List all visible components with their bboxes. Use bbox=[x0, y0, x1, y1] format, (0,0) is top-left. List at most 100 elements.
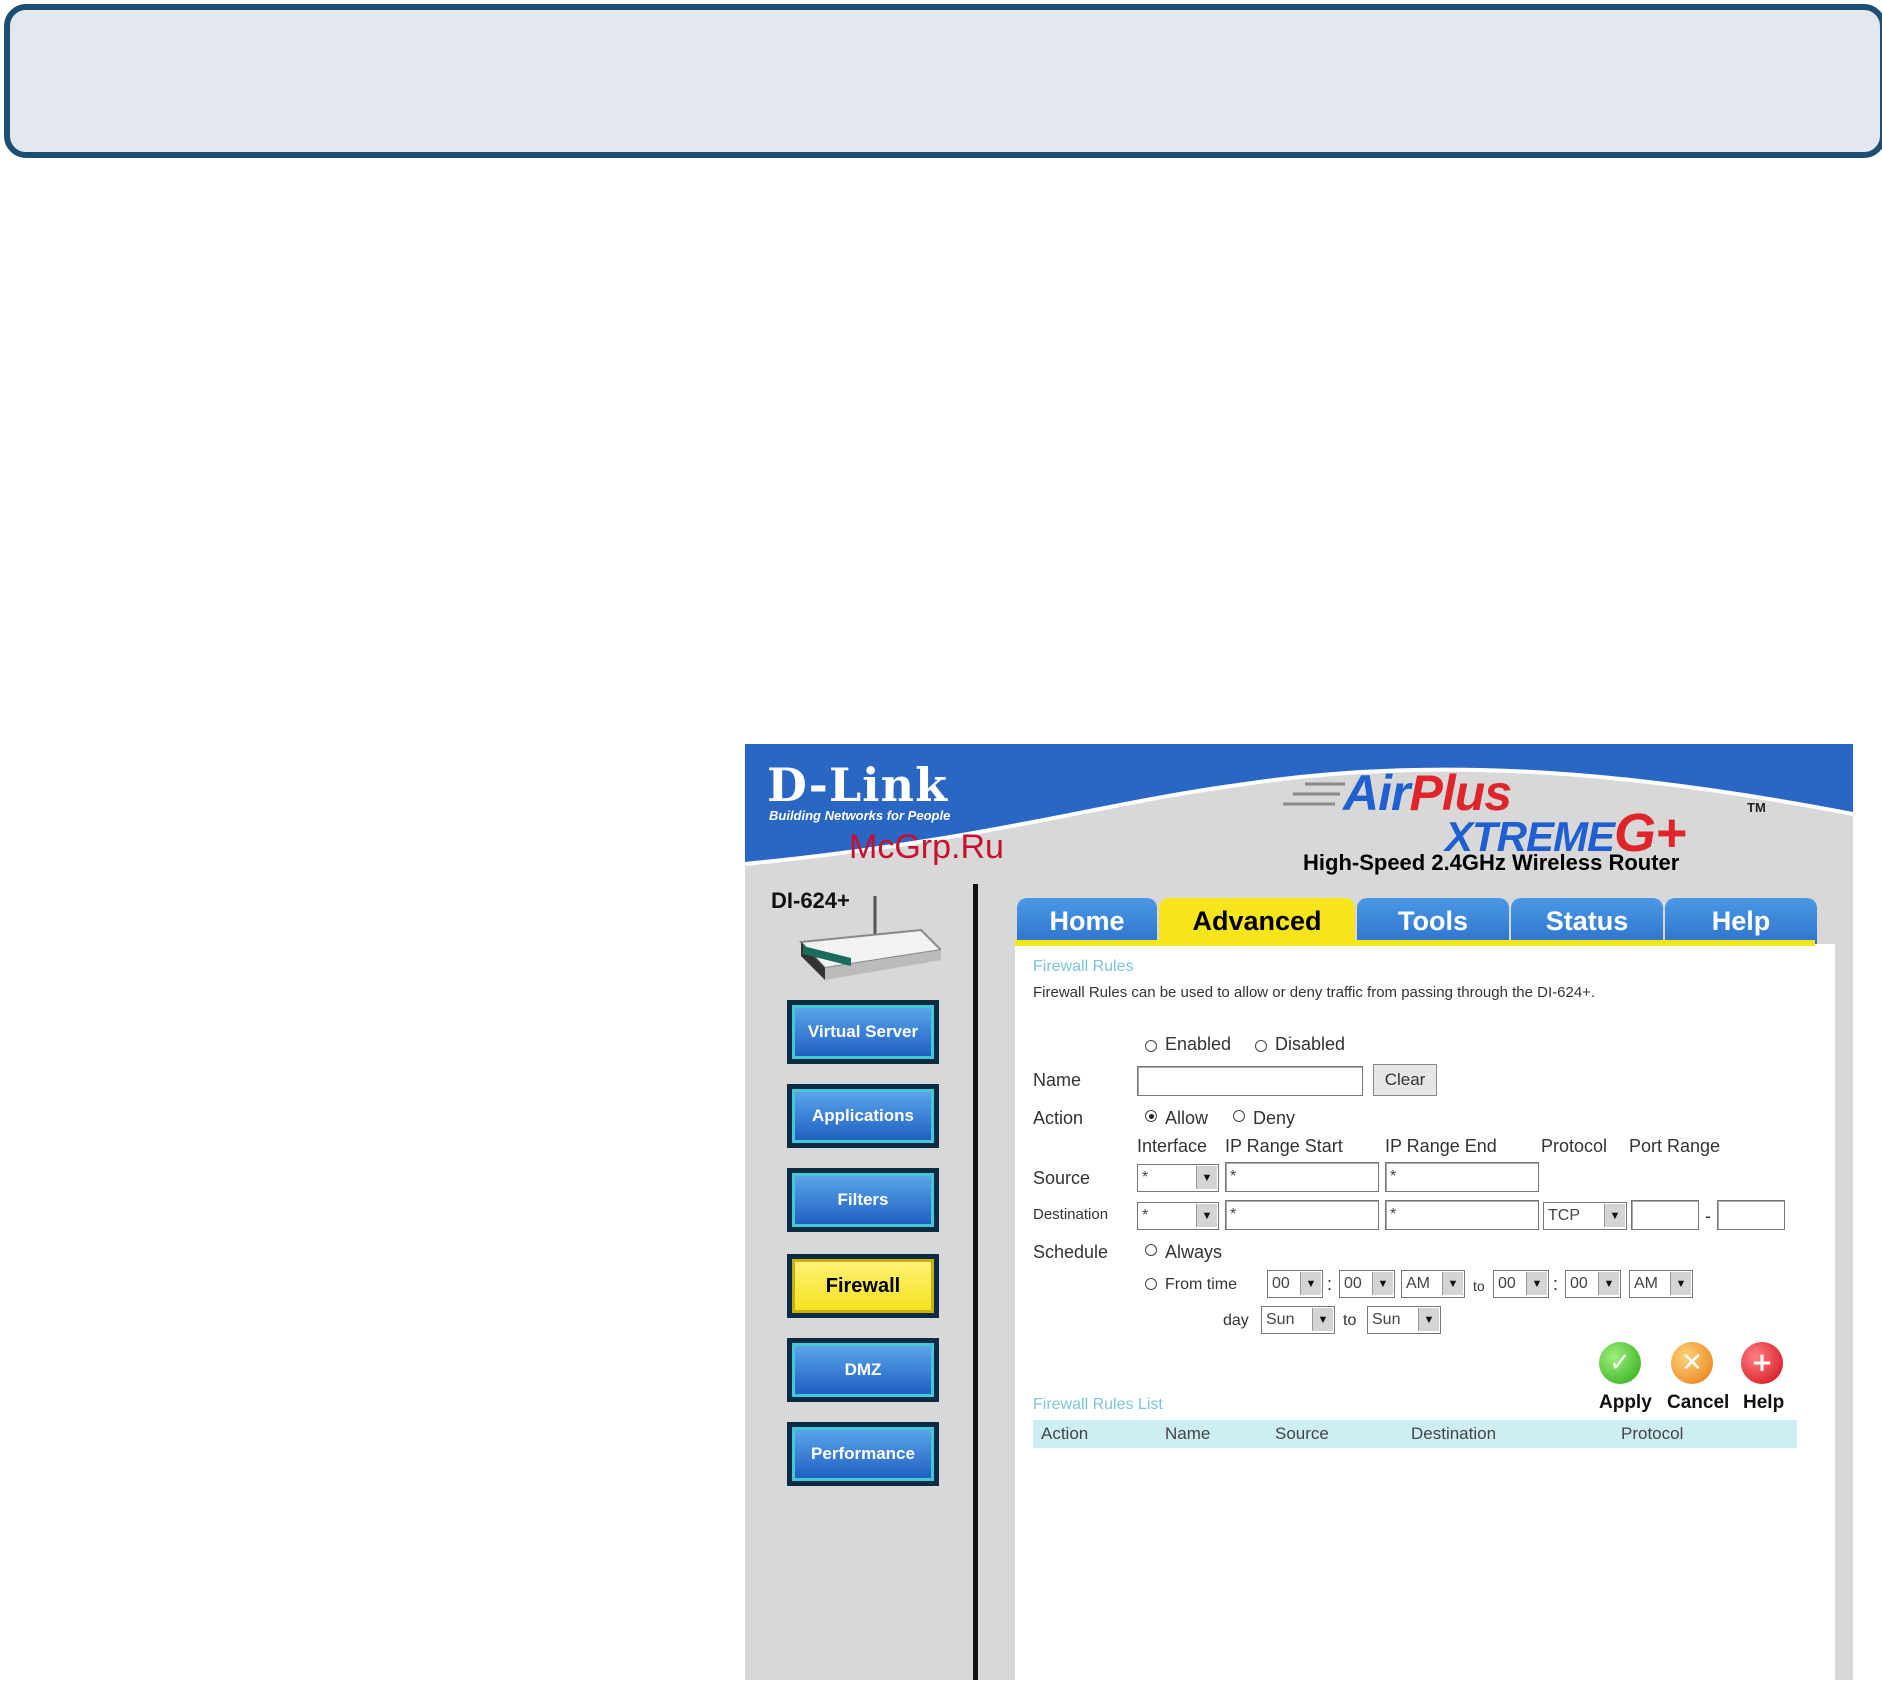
to-ampm-select[interactable]: AM ▼ bbox=[1629, 1270, 1693, 1298]
from-minute-value: 00 bbox=[1344, 1275, 1362, 1292]
cancel-button-label[interactable]: Cancel bbox=[1667, 1392, 1729, 1414]
chevron-down-icon: ▼ bbox=[1670, 1272, 1691, 1295]
chevron-down-icon: ▼ bbox=[1418, 1308, 1439, 1331]
day-from-value: Sun bbox=[1266, 1311, 1295, 1328]
chevron-down-icon: ▼ bbox=[1196, 1204, 1217, 1227]
disabled-label: Disabled bbox=[1275, 1034, 1346, 1054]
port-start-input[interactable] bbox=[1631, 1200, 1699, 1230]
destination-ip-end-input[interactable] bbox=[1385, 1200, 1539, 1230]
disabled-radio[interactable] bbox=[1255, 1040, 1267, 1052]
rules-list-title: Firewall Rules List bbox=[1033, 1396, 1163, 1413]
from-minute-select[interactable]: 00 ▼ bbox=[1339, 1270, 1395, 1298]
header: D-Link Building Networks for People AirP… bbox=[745, 744, 1853, 884]
source-interface-select[interactable]: * ▼ bbox=[1137, 1164, 1219, 1192]
col-protocol: Protocol bbox=[1541, 1136, 1608, 1156]
clear-button[interactable]: Clear bbox=[1373, 1064, 1437, 1096]
from-hour-value: 00 bbox=[1272, 1275, 1290, 1292]
chevron-down-icon: ▼ bbox=[1604, 1204, 1625, 1227]
chevron-down-icon: ▼ bbox=[1372, 1272, 1393, 1295]
schedule-label: Schedule bbox=[1033, 1242, 1109, 1262]
apply-button-label[interactable]: Apply bbox=[1599, 1392, 1652, 1414]
chevron-down-icon: ▼ bbox=[1300, 1272, 1321, 1295]
rules-list-header: Action Name Source Destination Protocol bbox=[1033, 1420, 1797, 1448]
enabled-radio[interactable] bbox=[1145, 1040, 1157, 1052]
from-ampm-select[interactable]: AM ▼ bbox=[1401, 1270, 1465, 1298]
help-button-label[interactable]: Help bbox=[1743, 1392, 1784, 1414]
col-port-range: Port Range bbox=[1629, 1136, 1721, 1156]
from-hour-select[interactable]: 00 ▼ bbox=[1267, 1270, 1323, 1298]
destination-label: Destination bbox=[1033, 1206, 1109, 1223]
sidebar-item-firewall[interactable]: Firewall bbox=[787, 1254, 939, 1318]
top-banner bbox=[4, 4, 1882, 158]
port-end-input[interactable] bbox=[1717, 1200, 1785, 1230]
sidebar-item-virtual-server[interactable]: Virtual Server bbox=[787, 1000, 939, 1064]
from-time-radio[interactable] bbox=[1145, 1278, 1157, 1290]
product-subtitle: High-Speed 2.4GHz Wireless Router bbox=[1303, 850, 1680, 875]
allow-radio[interactable] bbox=[1145, 1110, 1157, 1122]
deny-radio[interactable] bbox=[1233, 1110, 1245, 1122]
protocol-select[interactable]: TCP ▼ bbox=[1543, 1202, 1627, 1230]
tab-underline bbox=[1015, 940, 1815, 946]
name-input[interactable] bbox=[1137, 1066, 1363, 1096]
always-radio[interactable] bbox=[1145, 1244, 1157, 1256]
section-title: Firewall Rules bbox=[1033, 958, 1134, 975]
destination-ip-start-input[interactable] bbox=[1225, 1200, 1379, 1230]
tab-tools[interactable]: Tools bbox=[1357, 898, 1509, 944]
source-label: Source bbox=[1033, 1168, 1091, 1188]
to-hour-value: 00 bbox=[1498, 1275, 1516, 1292]
sidebar-item-dmz[interactable]: DMZ bbox=[787, 1338, 939, 1402]
allow-label: Allow bbox=[1165, 1108, 1209, 1128]
cancel-icon[interactable]: ✕ bbox=[1671, 1342, 1713, 1384]
dlink-logo[interactable]: D-Link bbox=[767, 762, 948, 808]
router-admin-screenshot: D-Link Building Networks for People Air P… bbox=[745, 744, 1853, 1680]
dlink-tagline: Building Networks for People bbox=[769, 808, 951, 823]
chevron-down-icon: ▼ bbox=[1526, 1272, 1547, 1295]
watermark: McGrp.Ru bbox=[849, 828, 1004, 866]
deny-label: Deny bbox=[1253, 1108, 1296, 1128]
sidebar-item-label: Applications bbox=[811, 1106, 914, 1125]
tab-status[interactable]: Status bbox=[1511, 898, 1663, 944]
always-label: Always bbox=[1165, 1242, 1223, 1262]
source-ip-end-input[interactable] bbox=[1385, 1162, 1539, 1192]
apply-icon[interactable]: ✓ bbox=[1599, 1342, 1641, 1384]
col-source: Source bbox=[1275, 1424, 1329, 1443]
col-protocol: Protocol bbox=[1621, 1424, 1684, 1443]
to-colon: : bbox=[1553, 1274, 1559, 1294]
trademark: TM bbox=[1747, 800, 1766, 815]
day-to-value: Sun bbox=[1372, 1311, 1401, 1328]
protocol-value: TCP bbox=[1548, 1207, 1580, 1224]
help-icon[interactable]: + bbox=[1741, 1342, 1783, 1384]
chevron-down-icon: ▼ bbox=[1312, 1308, 1333, 1331]
source-ip-start-input[interactable] bbox=[1225, 1162, 1379, 1192]
to-minute-select[interactable]: 00 ▼ bbox=[1565, 1270, 1621, 1298]
col-ip-start: IP Range Start bbox=[1225, 1136, 1343, 1156]
sidebar-item-applications[interactable]: Applications bbox=[787, 1084, 939, 1148]
port-dash: - bbox=[1705, 1206, 1711, 1226]
tab-home[interactable]: Home bbox=[1017, 898, 1157, 944]
col-ip-end: IP Range End bbox=[1385, 1136, 1497, 1156]
from-colon: : bbox=[1327, 1274, 1333, 1294]
sidebar-item-label: DMZ bbox=[844, 1360, 882, 1379]
action-label: Action bbox=[1033, 1108, 1084, 1128]
destination-interface-value: * bbox=[1142, 1207, 1149, 1224]
day-from-select[interactable]: Sun ▼ bbox=[1261, 1306, 1335, 1334]
from-ampm-value: AM bbox=[1406, 1275, 1430, 1292]
sidebar-item-performance[interactable]: Performance bbox=[787, 1422, 939, 1486]
tab-help[interactable]: Help bbox=[1665, 898, 1817, 944]
product-air: Air bbox=[1343, 765, 1410, 821]
day-to-select[interactable]: Sun ▼ bbox=[1367, 1306, 1441, 1334]
to-ampm-value: AM bbox=[1634, 1275, 1658, 1292]
destination-interface-select[interactable]: * ▼ bbox=[1137, 1202, 1219, 1230]
sidebar-item-label: Firewall bbox=[825, 1274, 901, 1297]
col-name: Name bbox=[1165, 1424, 1211, 1443]
day-label: day bbox=[1223, 1312, 1249, 1329]
from-time-label: From time bbox=[1165, 1276, 1237, 1293]
sidebar-item-filters[interactable]: Filters bbox=[787, 1168, 939, 1232]
col-action: Action bbox=[1041, 1424, 1089, 1443]
to-hour-select[interactable]: 00 ▼ bbox=[1493, 1270, 1549, 1298]
col-destination: Destination bbox=[1411, 1424, 1497, 1443]
sidebar-item-label: Filters bbox=[837, 1190, 889, 1209]
tab-advanced[interactable]: Advanced bbox=[1159, 898, 1355, 944]
to-label: to bbox=[1473, 1278, 1485, 1294]
enabled-label: Enabled bbox=[1165, 1034, 1232, 1054]
